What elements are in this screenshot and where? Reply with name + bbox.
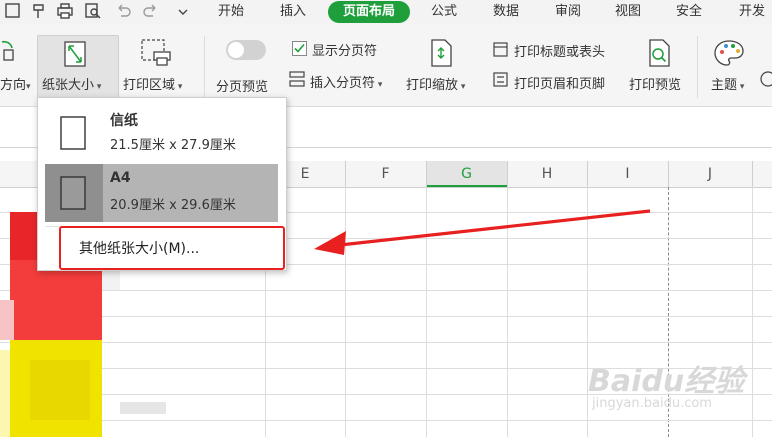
print-area-icon [141, 39, 171, 66]
tab-home[interactable]: 开始 [218, 3, 244, 21]
grid-line [0, 290, 772, 291]
print-scale-label: 打印缩放 [406, 78, 459, 93]
tab-data[interactable]: 数据 [493, 3, 519, 21]
watermark-url: jingyan.baidu.com [592, 396, 712, 411]
column-divider [507, 161, 508, 187]
theme-palette-icon [714, 40, 744, 66]
column-divider [345, 161, 346, 187]
censored-cells [30, 360, 90, 420]
paper-option-size: 21.5厘米 x 27.9厘米 [110, 138, 236, 153]
censored-cells [120, 402, 166, 414]
theme-label: 主题 [711, 78, 738, 93]
column-header-j[interactable]: J [668, 161, 752, 187]
theme-font-icon[interactable] [758, 70, 772, 88]
orientation-icon [1, 40, 14, 61]
show-page-breaks-label: 显示分页符 [312, 44, 378, 59]
paper-page-icon [60, 116, 86, 150]
grid-line [0, 316, 772, 317]
grid-line [0, 420, 772, 421]
ribbon-separator [697, 36, 698, 98]
highlight-box [59, 226, 285, 270]
undo-icon[interactable] [114, 2, 132, 20]
page-break-preview-label: 分页预览 [216, 80, 269, 95]
insert-page-break-label: 插入分页符 [310, 76, 376, 91]
tab-formulas[interactable]: 公式 [431, 3, 457, 21]
tab-insert[interactable]: 插入 [280, 3, 306, 21]
orientation-label: 方向 [0, 78, 27, 93]
column-header-i[interactable]: I [587, 161, 668, 187]
print-preview-ribbon-icon [649, 39, 670, 67]
watermark-logo: Baidu经验 [588, 364, 745, 399]
print-titles-icon [493, 42, 508, 57]
paper-option-name: 信纸 [110, 113, 138, 129]
tab-developer[interactable]: 开发 [739, 3, 765, 21]
insert-page-break-icon [289, 71, 305, 87]
paper-page-icon [60, 176, 86, 210]
save-icon[interactable] [4, 2, 22, 20]
print-scale-icon [431, 39, 452, 67]
column-header-g[interactable]: G [426, 161, 507, 187]
print-header-footer-icon [493, 72, 508, 87]
column-header-h[interactable]: H [507, 161, 587, 187]
print-area-label: 打印区域 [123, 78, 176, 93]
toggle-knob [228, 42, 244, 58]
redo-icon[interactable] [142, 2, 160, 20]
print-titles-button[interactable]: 打印标题或表头 [514, 41, 605, 60]
print-scale-button[interactable]: 打印缩放 ▾ [406, 74, 465, 93]
column-divider [426, 161, 427, 187]
tab-page-layout[interactable]: 页面布局 [328, 1, 410, 23]
censored-cells [0, 300, 14, 340]
censored-cells [10, 260, 102, 340]
print-icon[interactable] [56, 2, 74, 20]
customize-toolbar-icon[interactable] [174, 2, 192, 20]
tab-review[interactable]: 审阅 [555, 3, 581, 21]
checkmark-icon [294, 43, 305, 53]
theme-button[interactable]: 主题 ▾ [711, 74, 744, 93]
censored-cells [0, 350, 10, 437]
print-area-button[interactable]: 打印区域 ▾ [123, 74, 182, 93]
pointer-arrow-icon [314, 209, 651, 255]
column-divider [752, 161, 753, 187]
tab-view[interactable]: 视图 [615, 3, 641, 21]
paper-size-icon [64, 41, 86, 67]
grid-line [752, 187, 753, 437]
ribbon-separator [204, 36, 205, 98]
column-header-f[interactable]: F [345, 161, 426, 187]
paper-size-label: 纸张大小 [42, 78, 95, 93]
column-divider [668, 161, 669, 187]
column-divider [587, 161, 588, 187]
print-preview-icon[interactable] [84, 2, 102, 20]
paper-option-size: 20.9厘米 x 29.6厘米 [110, 198, 236, 213]
insert-page-break-button[interactable]: 插入分页符 ▾ [310, 72, 382, 91]
grid-line [0, 342, 772, 343]
tab-security[interactable]: 安全 [676, 3, 702, 21]
censored-cells [102, 270, 120, 290]
format-painter-icon[interactable] [30, 2, 48, 20]
orientation-button[interactable]: 方向▾ [0, 74, 31, 93]
print-preview-button[interactable]: 打印预览 [629, 74, 681, 93]
paper-option-name: A4 [110, 170, 131, 186]
print-header-footer-button[interactable]: 打印页眉和页脚 [514, 73, 605, 92]
